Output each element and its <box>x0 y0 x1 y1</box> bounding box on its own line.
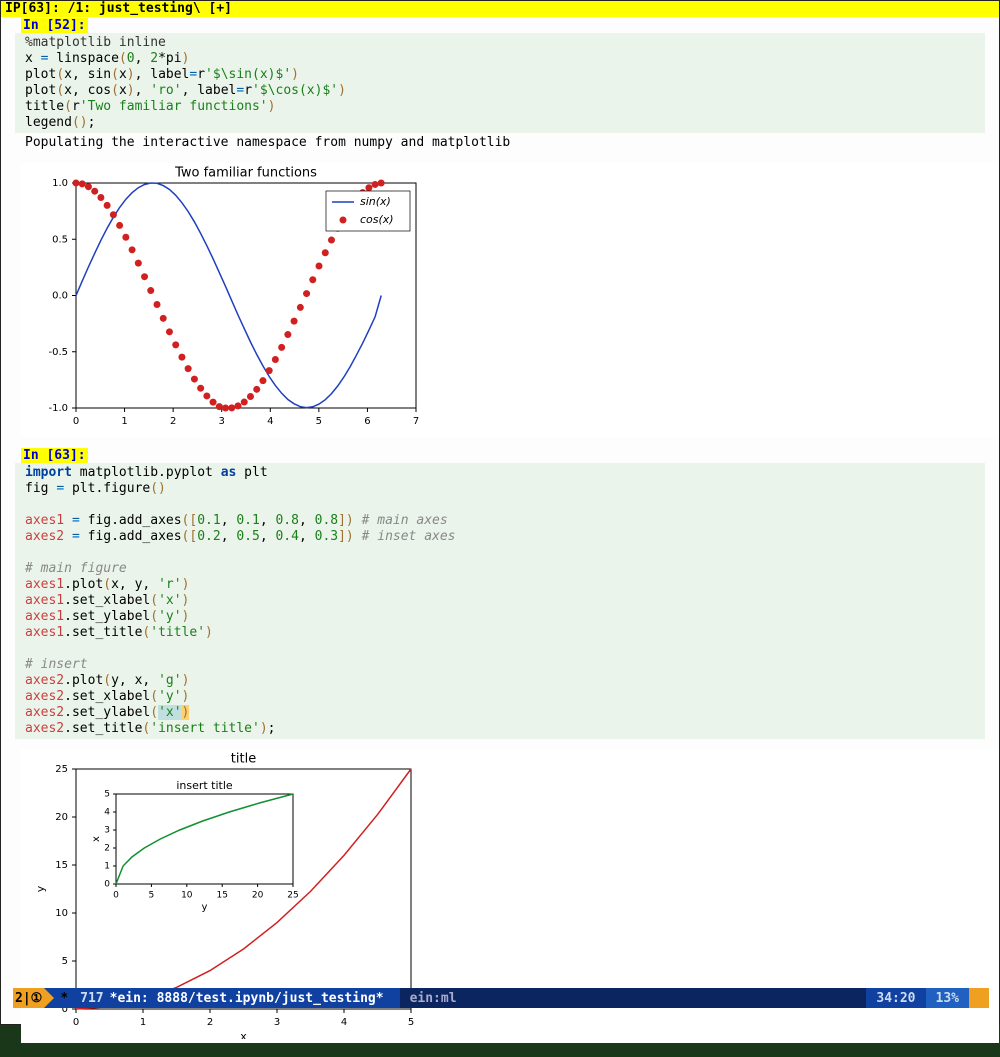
svg-text:0: 0 <box>104 880 110 890</box>
status-mode: ein:ml <box>400 988 467 1008</box>
svg-text:2: 2 <box>207 1017 213 1028</box>
cell-2-code[interactable]: import matplotlib.pyplot as plt fig = pl… <box>15 463 985 739</box>
status-percent: 13% <box>926 988 969 1008</box>
cell-1-output-text: Populating the interactive namespace fro… <box>15 133 985 153</box>
cell-1-code[interactable]: %matplotlib inline x = linspace(0, 2*pi)… <box>15 33 985 133</box>
svg-text:x: x <box>91 836 102 842</box>
status-badge: 2|① <box>13 988 44 1008</box>
status-position: 34:20 <box>866 991 925 1006</box>
svg-text:7: 7 <box>413 416 419 427</box>
svg-text:1: 1 <box>104 862 110 872</box>
svg-text:1: 1 <box>140 1017 146 1028</box>
separator-icon <box>44 988 54 1008</box>
svg-text:15: 15 <box>216 891 227 901</box>
svg-text:Two familiar functions: Two familiar functions <box>174 166 317 181</box>
svg-text:25: 25 <box>55 764 68 775</box>
status-buffer-name: *ein: 8888/test.ipynb/just_testing* <box>110 991 384 1006</box>
svg-text:4: 4 <box>104 808 110 818</box>
status-line-count: 717 <box>74 991 109 1006</box>
svg-text:20: 20 <box>252 891 264 901</box>
svg-text:sin(x): sin(x) <box>360 195 391 208</box>
svg-text:3: 3 <box>219 416 225 427</box>
separator-icon <box>390 988 400 1008</box>
editor-window: IP[63]: /1: just_testing\ [+] In [52]: %… <box>0 0 1000 1025</box>
svg-text:-0.5: -0.5 <box>48 347 68 358</box>
svg-text:15: 15 <box>55 860 68 871</box>
svg-text:insert title: insert title <box>176 779 233 792</box>
svg-text:3: 3 <box>274 1017 280 1028</box>
svg-text:0.5: 0.5 <box>52 234 68 245</box>
status-end-block <box>969 988 989 1008</box>
svg-text:5: 5 <box>408 1017 414 1028</box>
title-bar: IP[63]: /1: just_testing\ [+] <box>1 1 999 17</box>
svg-text:6: 6 <box>364 416 370 427</box>
svg-text:10: 10 <box>55 908 68 919</box>
chart-1: Two familiar functions 0 1 2 3 4 5 6 7 -1.0 -0.5 0.… <box>21 163 999 437</box>
chart-1-svg: Two familiar functions 0 1 2 3 4 5 6 7 -1.0 -0.5 0.… <box>21 163 421 433</box>
title-bar-text: IP[63]: /1: just_testing\ [+] <box>5 1 232 16</box>
cell-2[interactable]: In [63]: import matplotlib.pyplot as plt… <box>1 447 999 1043</box>
status-spacer <box>467 988 867 1008</box>
svg-text:25: 25 <box>287 891 298 901</box>
svg-text:5: 5 <box>104 790 110 800</box>
svg-text:5: 5 <box>316 416 322 427</box>
svg-text:4: 4 <box>341 1017 347 1028</box>
svg-text:-1.0: -1.0 <box>48 403 68 414</box>
svg-text:5: 5 <box>149 891 155 901</box>
svg-text:y: y <box>202 902 208 913</box>
svg-text:y: y <box>34 885 47 892</box>
svg-text:0: 0 <box>73 416 79 427</box>
svg-text:x: x <box>240 1030 247 1039</box>
svg-text:1.0: 1.0 <box>52 178 68 189</box>
status-bar: 2|① * 717 *ein: 8888/test.ipynb/just_tes… <box>13 988 989 1008</box>
svg-text:4: 4 <box>267 416 273 427</box>
cell-2-prompt: In [63]: <box>21 448 88 463</box>
svg-text:5: 5 <box>62 956 68 967</box>
svg-text:title: title <box>231 752 256 767</box>
svg-text:cos(x): cos(x) <box>360 213 394 226</box>
status-badge-text: 2|① <box>15 991 42 1006</box>
cell-1-prompt: In [52]: <box>21 18 88 33</box>
status-modified: * <box>54 991 74 1006</box>
svg-text:2: 2 <box>104 844 110 854</box>
svg-text:0: 0 <box>113 891 119 901</box>
svg-text:2: 2 <box>170 416 176 427</box>
svg-text:0.0: 0.0 <box>52 291 68 302</box>
svg-text:20: 20 <box>55 812 68 823</box>
svg-text:3: 3 <box>104 826 110 836</box>
cell-1[interactable]: In [52]: %matplotlib inline x = linspace… <box>1 17 999 437</box>
svg-text:0: 0 <box>73 1017 79 1028</box>
svg-text:1: 1 <box>121 416 127 427</box>
svg-text:10: 10 <box>181 891 193 901</box>
